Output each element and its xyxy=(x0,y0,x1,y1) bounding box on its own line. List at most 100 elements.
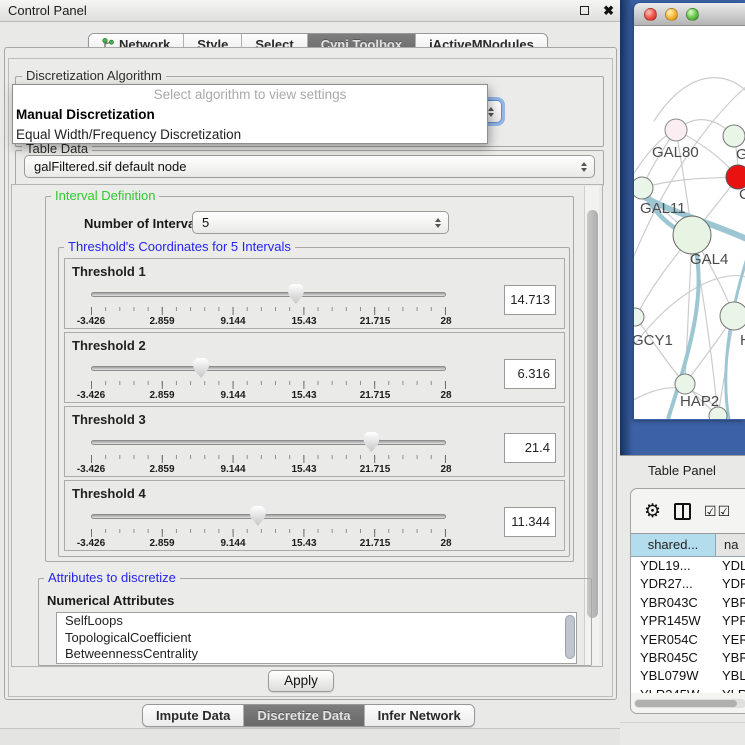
table-cell[interactable]: YBR043C xyxy=(631,594,716,612)
table-row[interactable]: YPR145WYPR14 xyxy=(631,612,745,630)
threshold-3-slider[interactable]: -3.4262.8599.14415.4321.71528 xyxy=(91,431,446,475)
slider-track[interactable] xyxy=(91,440,446,445)
table-cell[interactable]: YDR27 xyxy=(716,575,745,593)
network-view-window[interactable]: GAL80 GA C GAL11 GAL4 GCY1 H HAP2 xyxy=(634,3,745,420)
node-label-gal11: GAL11 xyxy=(640,200,686,217)
threshold-3-value-field[interactable]: 21.4 xyxy=(504,433,556,463)
threshold-1-slider[interactable]: -3.4262.8599.14415.4321.71528 xyxy=(91,283,446,327)
tick-label: 15.43 xyxy=(291,464,316,475)
table-cell[interactable]: YER05 xyxy=(716,631,745,649)
node-gcy1[interactable] xyxy=(634,308,644,326)
node-hap2[interactable] xyxy=(675,374,695,394)
close-traffic-light-icon[interactable] xyxy=(644,8,657,21)
node-label-hap2: HAP2 xyxy=(680,393,719,410)
threshold-4-value-field[interactable]: 11.344 xyxy=(504,507,556,537)
threshold-1-label: Threshold 1 xyxy=(72,264,146,279)
minimize-traffic-light-icon[interactable] xyxy=(665,8,678,21)
tick-label: 9.144 xyxy=(220,538,245,549)
column-header-name[interactable]: na xyxy=(716,534,745,556)
network-window-titlebar[interactable] xyxy=(634,3,745,26)
table-row[interactable]: YER054CYER05 xyxy=(631,631,745,649)
tick-label: 2.859 xyxy=(149,390,174,401)
apply-button[interactable]: Apply xyxy=(268,670,334,692)
slider-thumb[interactable] xyxy=(363,432,379,452)
list-scrollbar-thumb[interactable] xyxy=(565,615,575,659)
tab-discretize-data[interactable]: Discretize Data xyxy=(244,705,364,726)
attribute-list-item[interactable]: SelfLoops xyxy=(57,613,576,630)
tab-impute-data[interactable]: Impute Data xyxy=(143,705,244,726)
close-icon[interactable]: ✖ xyxy=(603,4,614,17)
algorithm-group-label: Discretization Algorithm xyxy=(22,69,166,83)
dropdown-option-manual[interactable]: Manual Discretization xyxy=(13,105,487,125)
numerical-attributes-list[interactable]: SelfLoopsTopologicalCoefficientBetweenne… xyxy=(56,612,577,664)
table-row[interactable]: YBR045CYBR04 xyxy=(631,649,745,667)
slider-thumb[interactable] xyxy=(250,506,266,526)
network-canvas[interactable]: GAL80 GA C GAL11 GAL4 GCY1 H HAP2 xyxy=(634,26,745,419)
attribute-items: SelfLoopsTopologicalCoefficientBetweenne… xyxy=(57,613,576,663)
table-row[interactable]: YLR345WYLR34 xyxy=(631,686,745,693)
threshold-2-value-field[interactable]: 6.316 xyxy=(504,359,556,389)
table-cell[interactable]: YDL19 xyxy=(716,557,745,575)
slider-track[interactable] xyxy=(91,514,446,519)
table-data-combobox[interactable]: galFiltered.sif default node xyxy=(24,155,595,178)
table-cell[interactable]: YBR04 xyxy=(716,594,745,612)
node-h[interactable] xyxy=(720,302,745,330)
num-intervals-combobox[interactable]: 5 xyxy=(192,211,449,234)
slider-track[interactable] xyxy=(91,292,446,297)
desktop-background: GAL80 GA C GAL11 GAL4 GCY1 H HAP2 xyxy=(620,0,745,455)
slider-tick-labels: -3.4262.8599.14415.4321.71528 xyxy=(91,464,446,476)
table-row[interactable]: YBL079WYBL07 xyxy=(631,667,745,685)
table-panel-section: Table Panel ⚙ ☑☑ shared... na YDL19...YD… xyxy=(620,455,745,745)
table-cell[interactable]: YER054C xyxy=(631,631,716,649)
float-icon[interactable] xyxy=(580,6,589,15)
table-cell[interactable]: YBR04 xyxy=(716,649,745,667)
threshold-4-slider[interactable]: -3.4262.8599.14415.4321.71528 xyxy=(91,505,446,549)
column-layout-icon[interactable] xyxy=(674,503,691,520)
attribute-list-item[interactable]: TopologicalCoefficient xyxy=(57,630,576,647)
dropdown-option-equal-width[interactable]: Equal Width/Frequency Discretization xyxy=(13,125,487,145)
table-cell[interactable]: YPR14 xyxy=(716,612,745,630)
combo-arrows-icon xyxy=(581,162,587,172)
tab-infer-network[interactable]: Infer Network xyxy=(365,705,474,726)
table-cell[interactable]: YLR345W xyxy=(631,686,716,693)
gear-icon[interactable]: ⚙ xyxy=(644,502,661,521)
threshold-1-value-field[interactable]: 14.713 xyxy=(504,285,556,315)
table-row[interactable]: YBR043CYBR04 xyxy=(631,594,745,612)
tick-label: 28 xyxy=(440,464,451,475)
attribute-list-item[interactable]: BetweennessCentrality xyxy=(57,646,576,663)
node-gal80[interactable] xyxy=(665,119,687,141)
table-panel-title: Table Panel xyxy=(648,463,716,478)
column-header-shared-name[interactable]: shared... xyxy=(631,534,716,556)
node-top-right[interactable] xyxy=(723,125,745,147)
threshold-3-panel: Threshold 3 -3.4262.8599.14415.4321.7152… xyxy=(64,406,565,477)
zoom-traffic-light-icon[interactable] xyxy=(686,8,699,21)
table-cell[interactable]: YLR34 xyxy=(716,686,745,693)
slider-track[interactable] xyxy=(91,366,446,371)
table-cell[interactable]: YDL19... xyxy=(631,557,716,575)
panel-title: Control Panel xyxy=(8,3,87,18)
node-gal4[interactable] xyxy=(673,216,711,254)
dropdown-placeholder-item[interactable]: Select algorithm to view settings xyxy=(13,85,487,105)
horizontal-scrollbar[interactable] xyxy=(634,699,745,708)
tick-label: 9.144 xyxy=(220,464,245,475)
select-all-checkbox-icon[interactable]: ☑☑ xyxy=(704,503,731,520)
table-cell[interactable]: YBR045C xyxy=(631,649,716,667)
table-cell[interactable]: YDR27... xyxy=(631,575,716,593)
scrollbar-thumb[interactable] xyxy=(587,210,598,618)
table-row[interactable]: YDR27...YDR27 xyxy=(631,575,745,593)
slider-thumb[interactable] xyxy=(193,358,209,378)
tick-label: 28 xyxy=(440,538,451,549)
threshold-2-label: Threshold 2 xyxy=(72,338,146,353)
table-cell[interactable]: YPR145W xyxy=(631,612,716,630)
table-cell[interactable]: YBL079W xyxy=(631,667,716,685)
tick-label: 21.715 xyxy=(360,390,391,401)
tick-label: -3.426 xyxy=(77,390,105,401)
slider-major-ticks xyxy=(91,455,446,463)
hscrollbar-thumb[interactable] xyxy=(635,700,737,707)
table-cell[interactable]: YBL07 xyxy=(716,667,745,685)
table-row[interactable]: YDL19...YDL19 xyxy=(631,557,745,575)
table-data-value: galFiltered.sif default node xyxy=(34,159,186,174)
slider-thumb[interactable] xyxy=(288,284,304,304)
threshold-2-slider[interactable]: -3.4262.8599.14415.4321.71528 xyxy=(91,357,446,401)
node-gal11[interactable] xyxy=(634,177,653,199)
